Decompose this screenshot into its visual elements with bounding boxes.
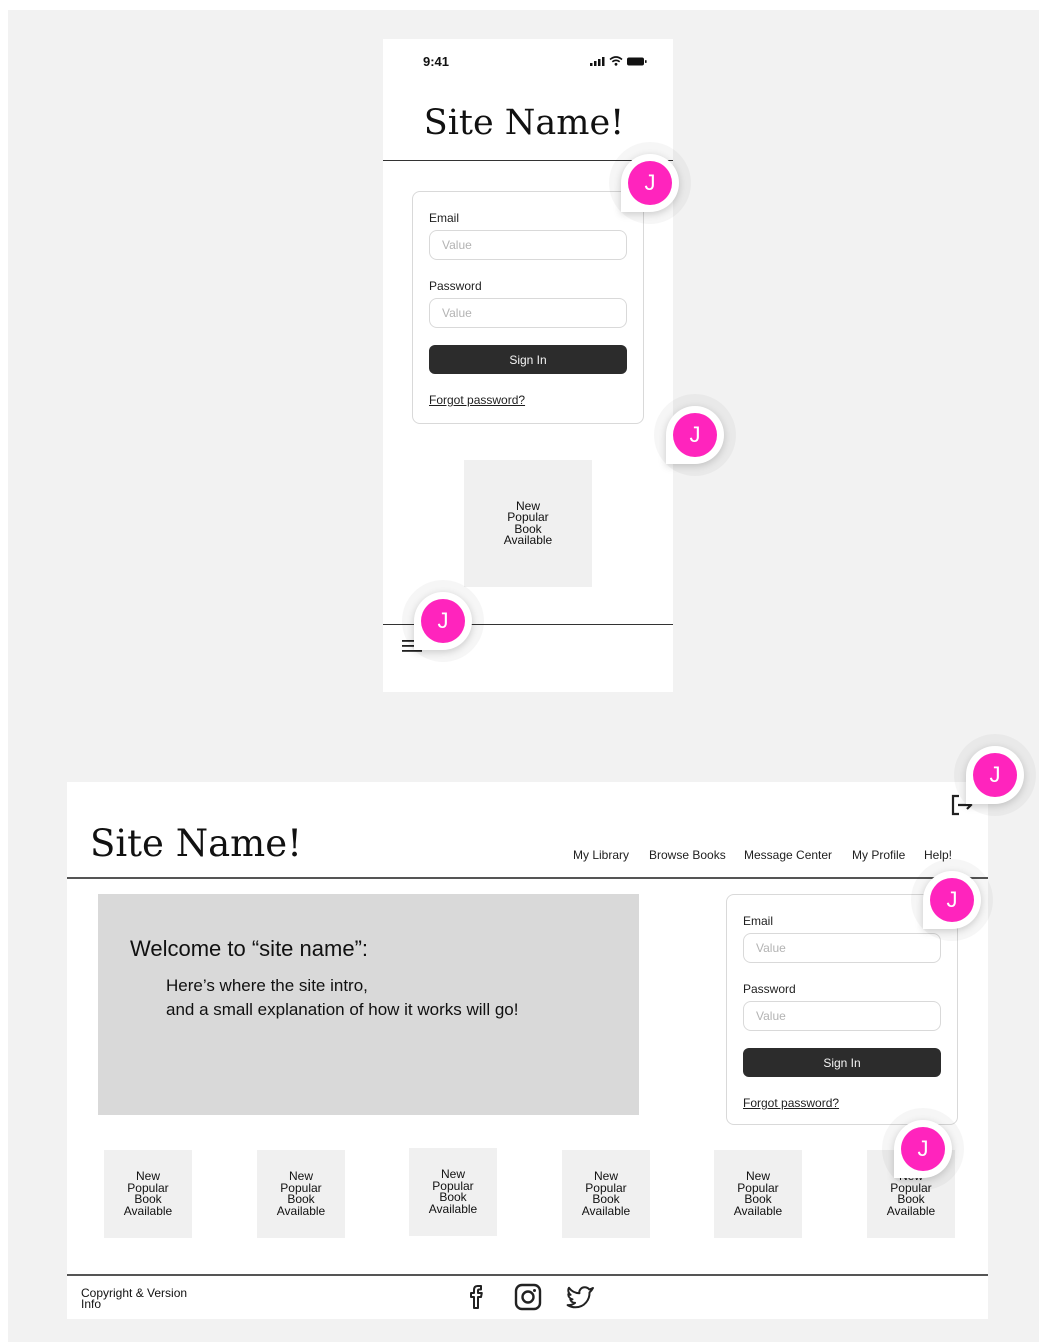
comment-avatar[interactable]: J: [666, 406, 724, 464]
footer-divider: [67, 1274, 988, 1276]
intro-hero: Welcome to “site name”: Here’s where the…: [98, 894, 639, 1115]
forgot-password-link[interactable]: Forgot password?: [743, 1096, 839, 1110]
book-card[interactable]: New Popular Book Available: [409, 1148, 497, 1236]
password-label: Password: [429, 279, 482, 293]
password-field[interactable]: Value: [429, 298, 627, 328]
nav-message-center[interactable]: Message Center: [744, 848, 832, 862]
avatar: J: [930, 878, 974, 922]
header-divider: [67, 877, 988, 879]
footer-copyright: Copyright & Version Info: [81, 1286, 188, 1311]
avatar: J: [673, 413, 717, 457]
sign-in-button[interactable]: Sign In: [429, 345, 627, 374]
comment-avatar[interactable]: J: [923, 871, 981, 929]
login-card: Email Value Password Value Sign In Forgo…: [412, 191, 644, 424]
comment-avatar[interactable]: J: [966, 746, 1024, 804]
email-field[interactable]: Value: [743, 933, 941, 963]
book-card[interactable]: New Popular Book Available: [104, 1150, 192, 1238]
book-card[interactable]: New Popular Book Available: [714, 1150, 802, 1238]
avatar: J: [973, 753, 1017, 797]
status-icons: [590, 56, 647, 66]
sign-in-button[interactable]: Sign In: [743, 1048, 941, 1077]
book-card[interactable]: New Popular Book Available: [257, 1150, 345, 1238]
nav-my-library[interactable]: My Library: [573, 848, 629, 862]
forgot-password-link[interactable]: Forgot password?: [429, 393, 525, 407]
hero-text: and a small explanation of how it works …: [166, 1000, 519, 1019]
hero-text: Here’s where the site intro,: [166, 976, 368, 995]
battery-icon: [627, 57, 647, 65]
email-field[interactable]: Value: [429, 230, 627, 260]
nav-my-profile[interactable]: My Profile: [852, 848, 905, 862]
status-time: 9:41: [423, 54, 450, 69]
email-label: Email: [429, 211, 460, 225]
comment-avatar[interactable]: J: [621, 154, 679, 212]
avatar: J: [421, 599, 465, 643]
avatar: J: [901, 1127, 945, 1171]
comment-avatar[interactable]: J: [894, 1120, 952, 1178]
twitter-icon[interactable]: [566, 1283, 596, 1311]
book-card[interactable]: New Popular Book Available: [562, 1150, 650, 1238]
wifi-icon: [609, 56, 623, 66]
nav-browse-books[interactable]: Browse Books: [649, 848, 726, 862]
email-label: Email: [743, 914, 774, 928]
desktop-frame: Site Name! My Library Browse Books Messa…: [67, 782, 988, 1319]
signal-icon: [590, 56, 605, 66]
password-field[interactable]: Value: [743, 1001, 941, 1031]
site-title: Site Name!: [423, 103, 625, 143]
avatar: J: [628, 161, 672, 205]
site-title: Site Name!: [90, 822, 302, 865]
password-label: Password: [743, 982, 796, 996]
instagram-icon[interactable]: [514, 1283, 542, 1311]
facebook-icon[interactable]: [465, 1283, 489, 1311]
book-card[interactable]: New Popular Book Available: [464, 460, 592, 587]
comment-avatar[interactable]: J: [414, 592, 472, 650]
hero-title: Welcome to “site name”:: [130, 936, 369, 961]
